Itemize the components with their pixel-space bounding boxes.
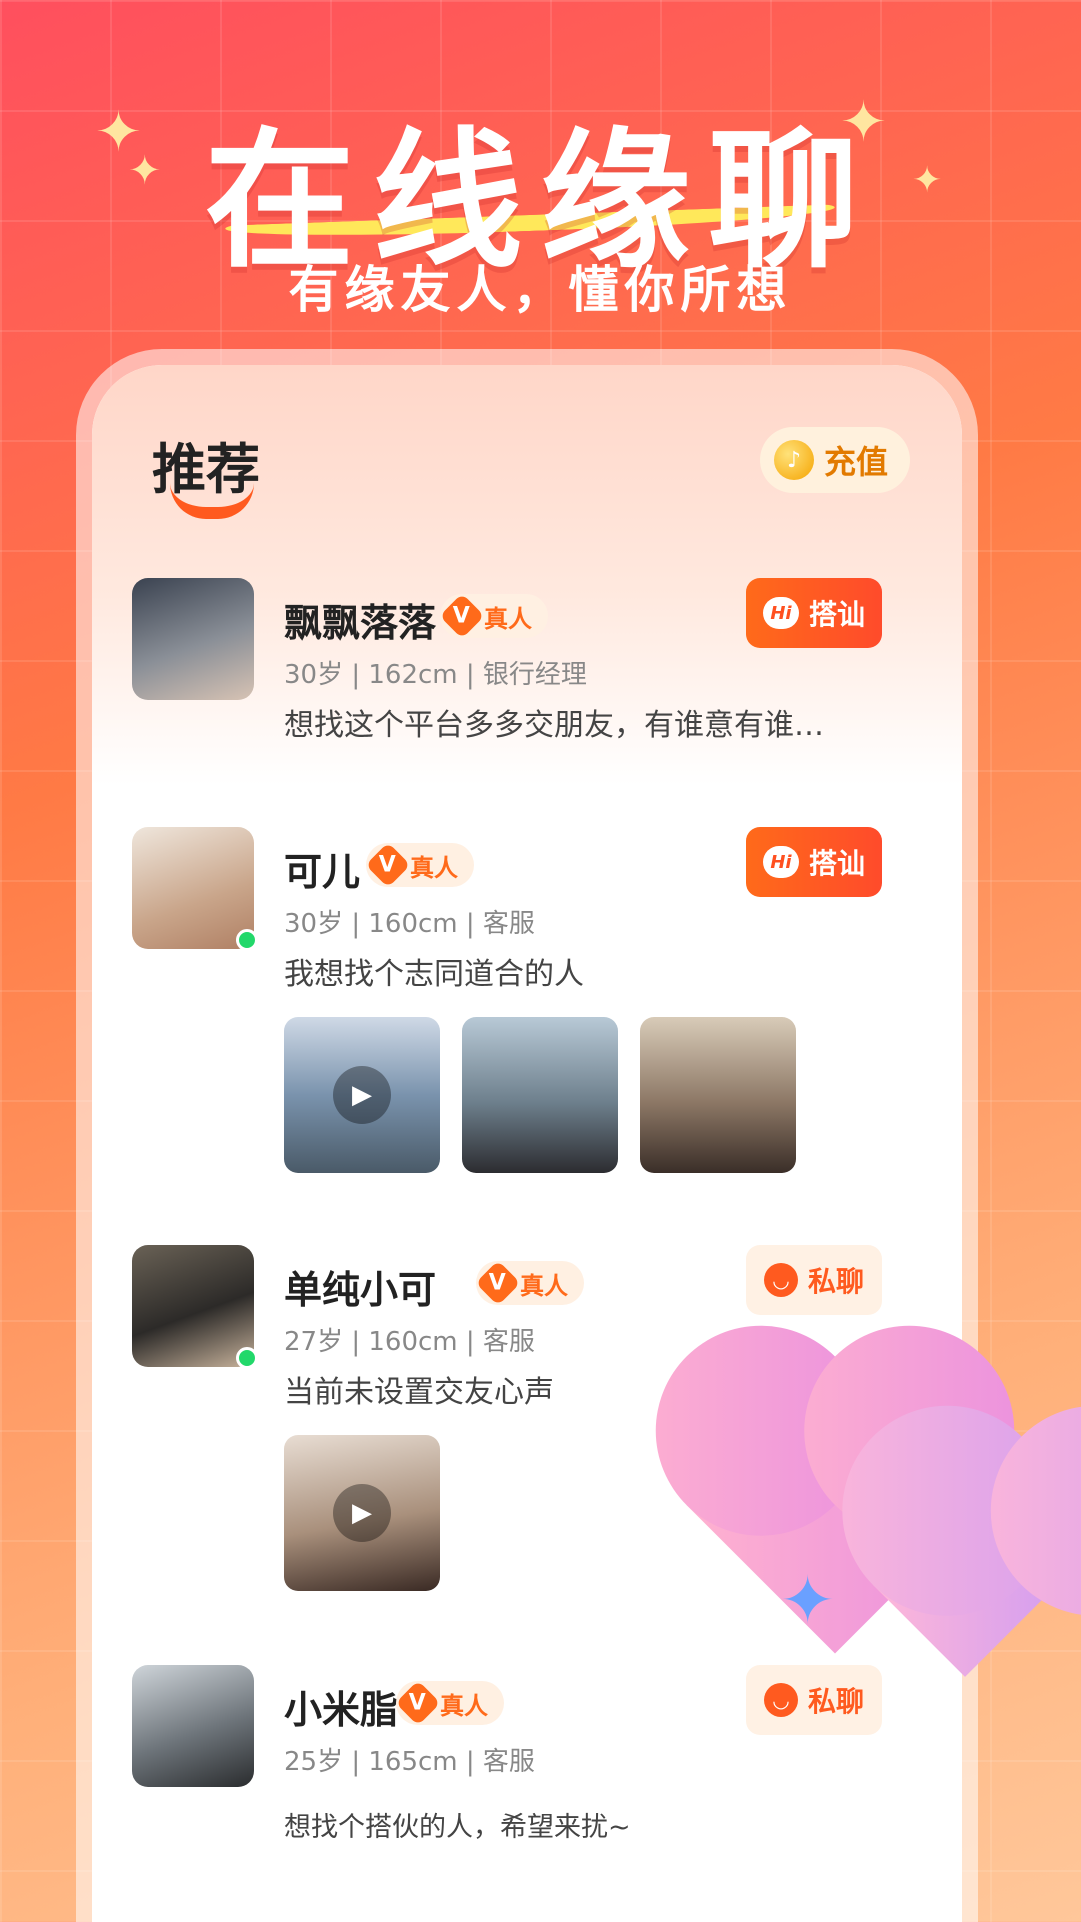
chat-icon: ◡ <box>763 1683 798 1717</box>
verified-badge: V 真人 <box>395 1680 504 1726</box>
play-icon[interactable]: ▶ <box>333 1066 391 1124</box>
avatar[interactable] <box>132 1665 254 1787</box>
verified-icon: V <box>365 842 411 888</box>
photo-thumb[interactable]: ▶ <box>284 1017 440 1173</box>
user-meta: 25岁 | 165cm | 客服 <box>284 1747 535 1777</box>
verified-badge: V 真人 <box>439 593 548 639</box>
photo-thumb[interactable]: ▶ <box>284 1435 440 1591</box>
private-chat-button[interactable]: ◡ 私聊 <box>746 1665 882 1735</box>
user-name: 飘飘落落 <box>284 601 437 645</box>
user-meta: 30岁 | 162cm | 银行经理 <box>284 660 587 690</box>
private-chat-button[interactable]: ◡ 私聊 <box>746 1245 882 1315</box>
avatar[interactable] <box>132 578 254 700</box>
avatar[interactable] <box>132 827 254 949</box>
hi-icon: Hi <box>762 597 799 629</box>
online-indicator <box>236 929 258 951</box>
verified-label: 真人 <box>520 1271 568 1300</box>
verified-icon: V <box>439 593 485 639</box>
chat-label: 私聊 <box>807 1265 864 1298</box>
chat-label: 私聊 <box>807 1685 864 1718</box>
user-meta: 27岁 | 160cm | 客服 <box>284 1327 535 1357</box>
play-icon[interactable]: ▶ <box>333 1484 391 1542</box>
photo-strip: ▶ <box>284 1017 796 1173</box>
user-item[interactable]: 飘飘落落 V 真人 30岁 | 162cm | 银行经理 想找这个平台多多交朋友… <box>132 578 922 743</box>
verified-badge: V 真人 <box>475 1260 584 1306</box>
user-bio: 我想找个志同道合的人 <box>284 957 584 992</box>
user-item[interactable]: 小米脂 V 真人 25岁 | 165cm | 客服 想找个搭伙的人，希望来扰~ … <box>132 1665 922 1865</box>
user-name: 可儿 <box>284 850 361 894</box>
online-indicator <box>236 1347 258 1369</box>
hi-icon: Hi <box>762 846 799 878</box>
recommend-card: 推荐 ♪ 充值 飘飘落落 V 真人 30岁 | 162cm | 银行经理 想找这… <box>92 365 962 1922</box>
hero-subtitle: 有缘友人，懂你所想 <box>288 261 793 319</box>
recharge-button[interactable]: ♪ 充值 <box>759 427 910 493</box>
hi-button[interactable]: Hi 搭讪 <box>746 578 882 648</box>
user-meta: 30岁 | 160cm | 客服 <box>284 909 535 939</box>
user-item[interactable]: 可儿 V 真人 30岁 | 160cm | 客服 我想找个志同道合的人 Hi 搭… <box>132 827 922 1187</box>
recharge-label: 充值 <box>823 443 888 481</box>
coin-icon: ♪ <box>773 440 814 480</box>
avatar[interactable] <box>132 1245 254 1367</box>
user-name: 小米脂 <box>284 1688 399 1732</box>
verified-icon: V <box>395 1680 441 1726</box>
hi-button[interactable]: Hi 搭讪 <box>746 827 882 897</box>
verified-badge: V 真人 <box>365 842 474 888</box>
hero-banner: ✦ ✦ ✦ ✦ 在线缘聊 有缘友人，懂你所想 <box>0 0 1081 370</box>
photo-thumb[interactable] <box>640 1017 796 1173</box>
hi-label: 搭讪 <box>808 847 865 880</box>
hi-label: 搭讪 <box>808 598 865 631</box>
verified-icon: V <box>475 1260 521 1306</box>
verified-label: 真人 <box>484 604 532 633</box>
user-bio: 想找这个平台多多交朋友，有谁意有谁… <box>284 708 824 743</box>
user-bio: 当前未设置交友心声 <box>284 1375 554 1410</box>
chat-icon: ◡ <box>763 1263 798 1297</box>
user-bio: 想找个搭伙的人，希望来扰~ <box>284 1812 631 1843</box>
photo-thumb[interactable] <box>462 1017 618 1173</box>
user-name: 单纯小可 <box>284 1268 437 1312</box>
verified-label: 真人 <box>440 1691 488 1720</box>
verified-label: 真人 <box>410 853 458 882</box>
photo-strip: ▶ <box>284 1435 440 1591</box>
user-item[interactable]: 单纯小可 V 真人 27岁 | 160cm | 客服 当前未设置交友心声 ◡ 私… <box>132 1245 922 1605</box>
